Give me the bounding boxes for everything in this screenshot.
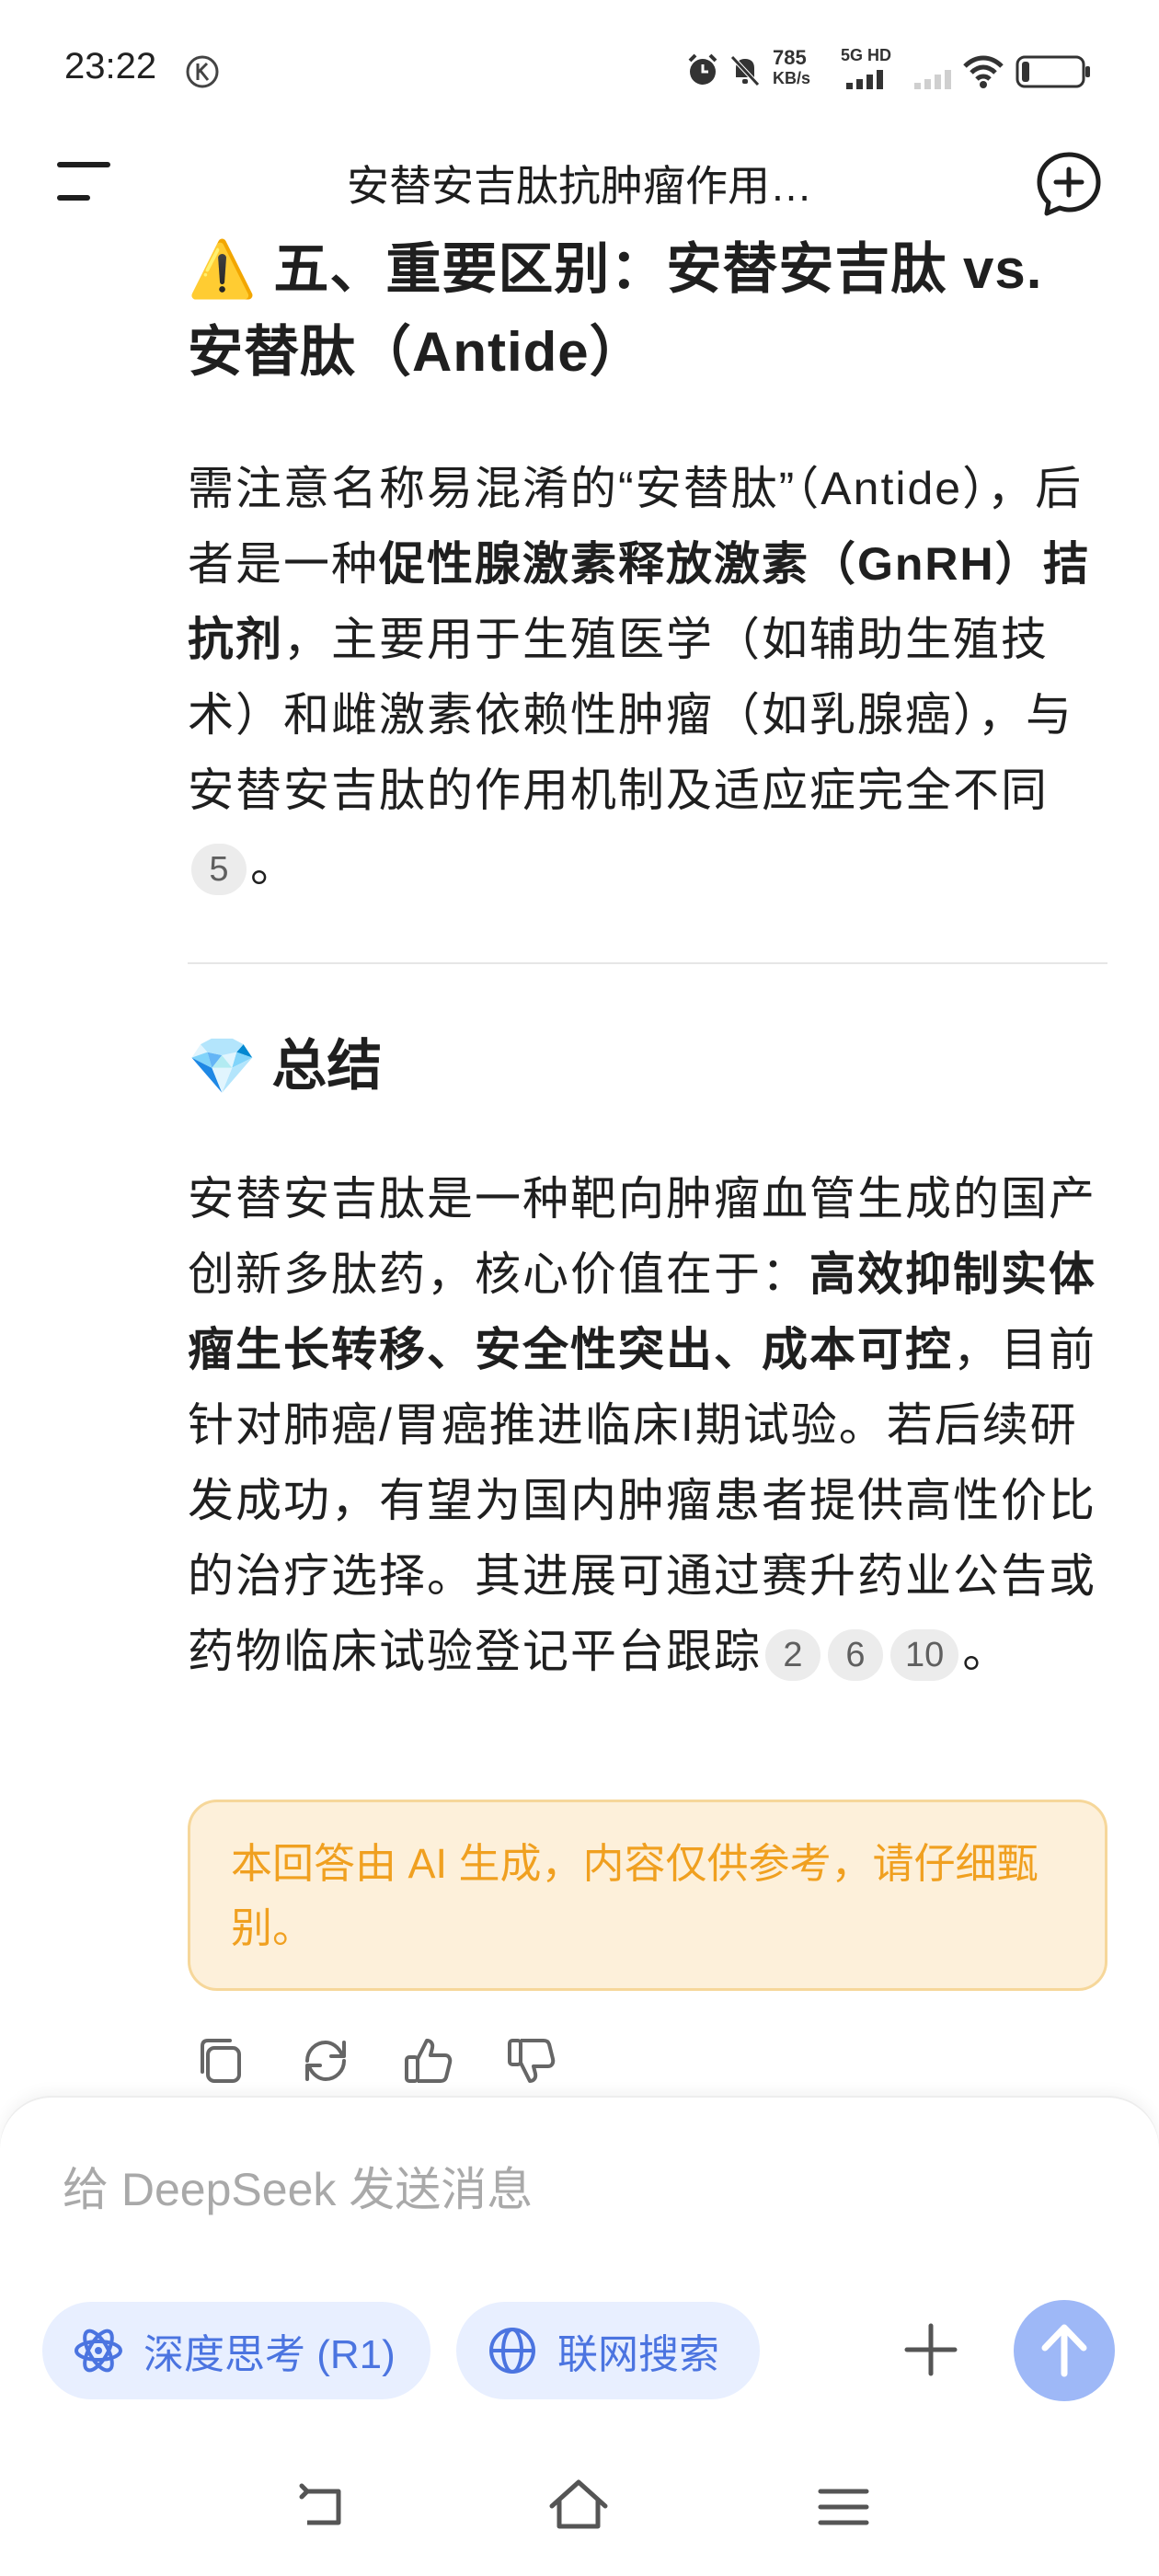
- para-text: ，目前针对肺癌/胃癌推进临床I期试验。若后续研发成功，有望为国内肿瘤患者提供高性…: [188, 1324, 1096, 1677]
- plus-icon[interactable]: [901, 2320, 960, 2379]
- thumbs-down-icon[interactable]: [502, 2031, 561, 2090]
- recents-icon[interactable]: [811, 2475, 876, 2539]
- regenerate-icon[interactable]: [296, 2031, 355, 2090]
- globe-icon: [489, 2328, 535, 2374]
- citation-badge[interactable]: 2: [765, 1628, 820, 1681]
- signal-2-icon: [914, 70, 951, 89]
- menu-icon-bar: [57, 162, 110, 167]
- ai-disclaimer-notice: 本回答由 AI 生成，内容仅供参考，请仔细甄别。: [188, 1800, 1107, 1991]
- para-text: ，主要用于生殖医学（如辅助生殖技术）和雌激素依赖性肿瘤（如乳腺癌），与安替安吉肽…: [188, 614, 1073, 816]
- summary-heading-text: 总结: [271, 1035, 383, 1097]
- summary-heading: 💎 总结: [188, 1025, 1107, 1108]
- para-text: 。: [962, 1626, 1011, 1677]
- atom-icon: [75, 2329, 122, 2373]
- network-type: 5G HD: [841, 46, 892, 64]
- citation-badge[interactable]: 5: [191, 843, 247, 895]
- speed-value: 785: [773, 46, 807, 69]
- web-search-button[interactable]: 联网搜索: [456, 2302, 760, 2399]
- home-icon[interactable]: [546, 2475, 611, 2539]
- k-badge-icon: [186, 55, 219, 88]
- menu-button[interactable]: [57, 162, 116, 206]
- battery-icon: [1016, 55, 1090, 88]
- para-text: 。: [250, 840, 298, 891]
- network-speed: 785 KB/s: [773, 48, 810, 88]
- arrow-up-icon: [1041, 2324, 1087, 2377]
- divider: [188, 962, 1107, 964]
- send-button[interactable]: [1014, 2300, 1115, 2401]
- thumbs-up-icon[interactable]: [399, 2031, 458, 2090]
- menu-icon-bar: [57, 195, 90, 201]
- warning-emoji: ⚠️: [188, 238, 258, 300]
- deepthink-r1-button[interactable]: 深度思考 (R1): [42, 2302, 430, 2399]
- back-icon[interactable]: [291, 2475, 355, 2539]
- speed-unit: KB/s: [773, 69, 811, 87]
- alarm-icon: [688, 53, 717, 85]
- chat-title: 安替安吉肽抗肿瘤作用…: [347, 162, 812, 210]
- paragraph: 安替安吉肽是一种靶向肿瘤血管生成的国产创新多肽药，核心价值在于：高效抑制实体瘤生…: [188, 1161, 1107, 1689]
- section-heading-line1: 五、重要区别：安替安吉肽 vs.: [273, 238, 1043, 300]
- wifi-icon: [963, 55, 1004, 88]
- signal-icon: [846, 70, 883, 89]
- gem-emoji: 💎: [188, 1035, 257, 1097]
- search-label: 联网搜索: [557, 2332, 719, 2377]
- section-heading: ⚠️ 五、重要区别：安替安吉肽 vs. 安替肽（Antide）: [188, 228, 1107, 394]
- paragraph: 需注意名称易混淆的“安替肽”（Antide），后者是一种促性腺激素释放激素（Gn…: [188, 451, 1107, 903]
- section-heading-line2: 安替肽（Antide）: [188, 321, 646, 383]
- citation-badge[interactable]: 10: [890, 1628, 959, 1681]
- status-time: 23:22: [64, 46, 157, 86]
- new-chat-icon[interactable]: [1034, 149, 1104, 219]
- deepthink-label: 深度思考 (R1): [143, 2332, 396, 2377]
- message-input[interactable]: 给 DeepSeek 发送消息: [63, 2153, 533, 2219]
- citation-badge[interactable]: 6: [828, 1628, 883, 1681]
- mute-icon: [730, 55, 760, 86]
- copy-icon[interactable]: [191, 2031, 250, 2090]
